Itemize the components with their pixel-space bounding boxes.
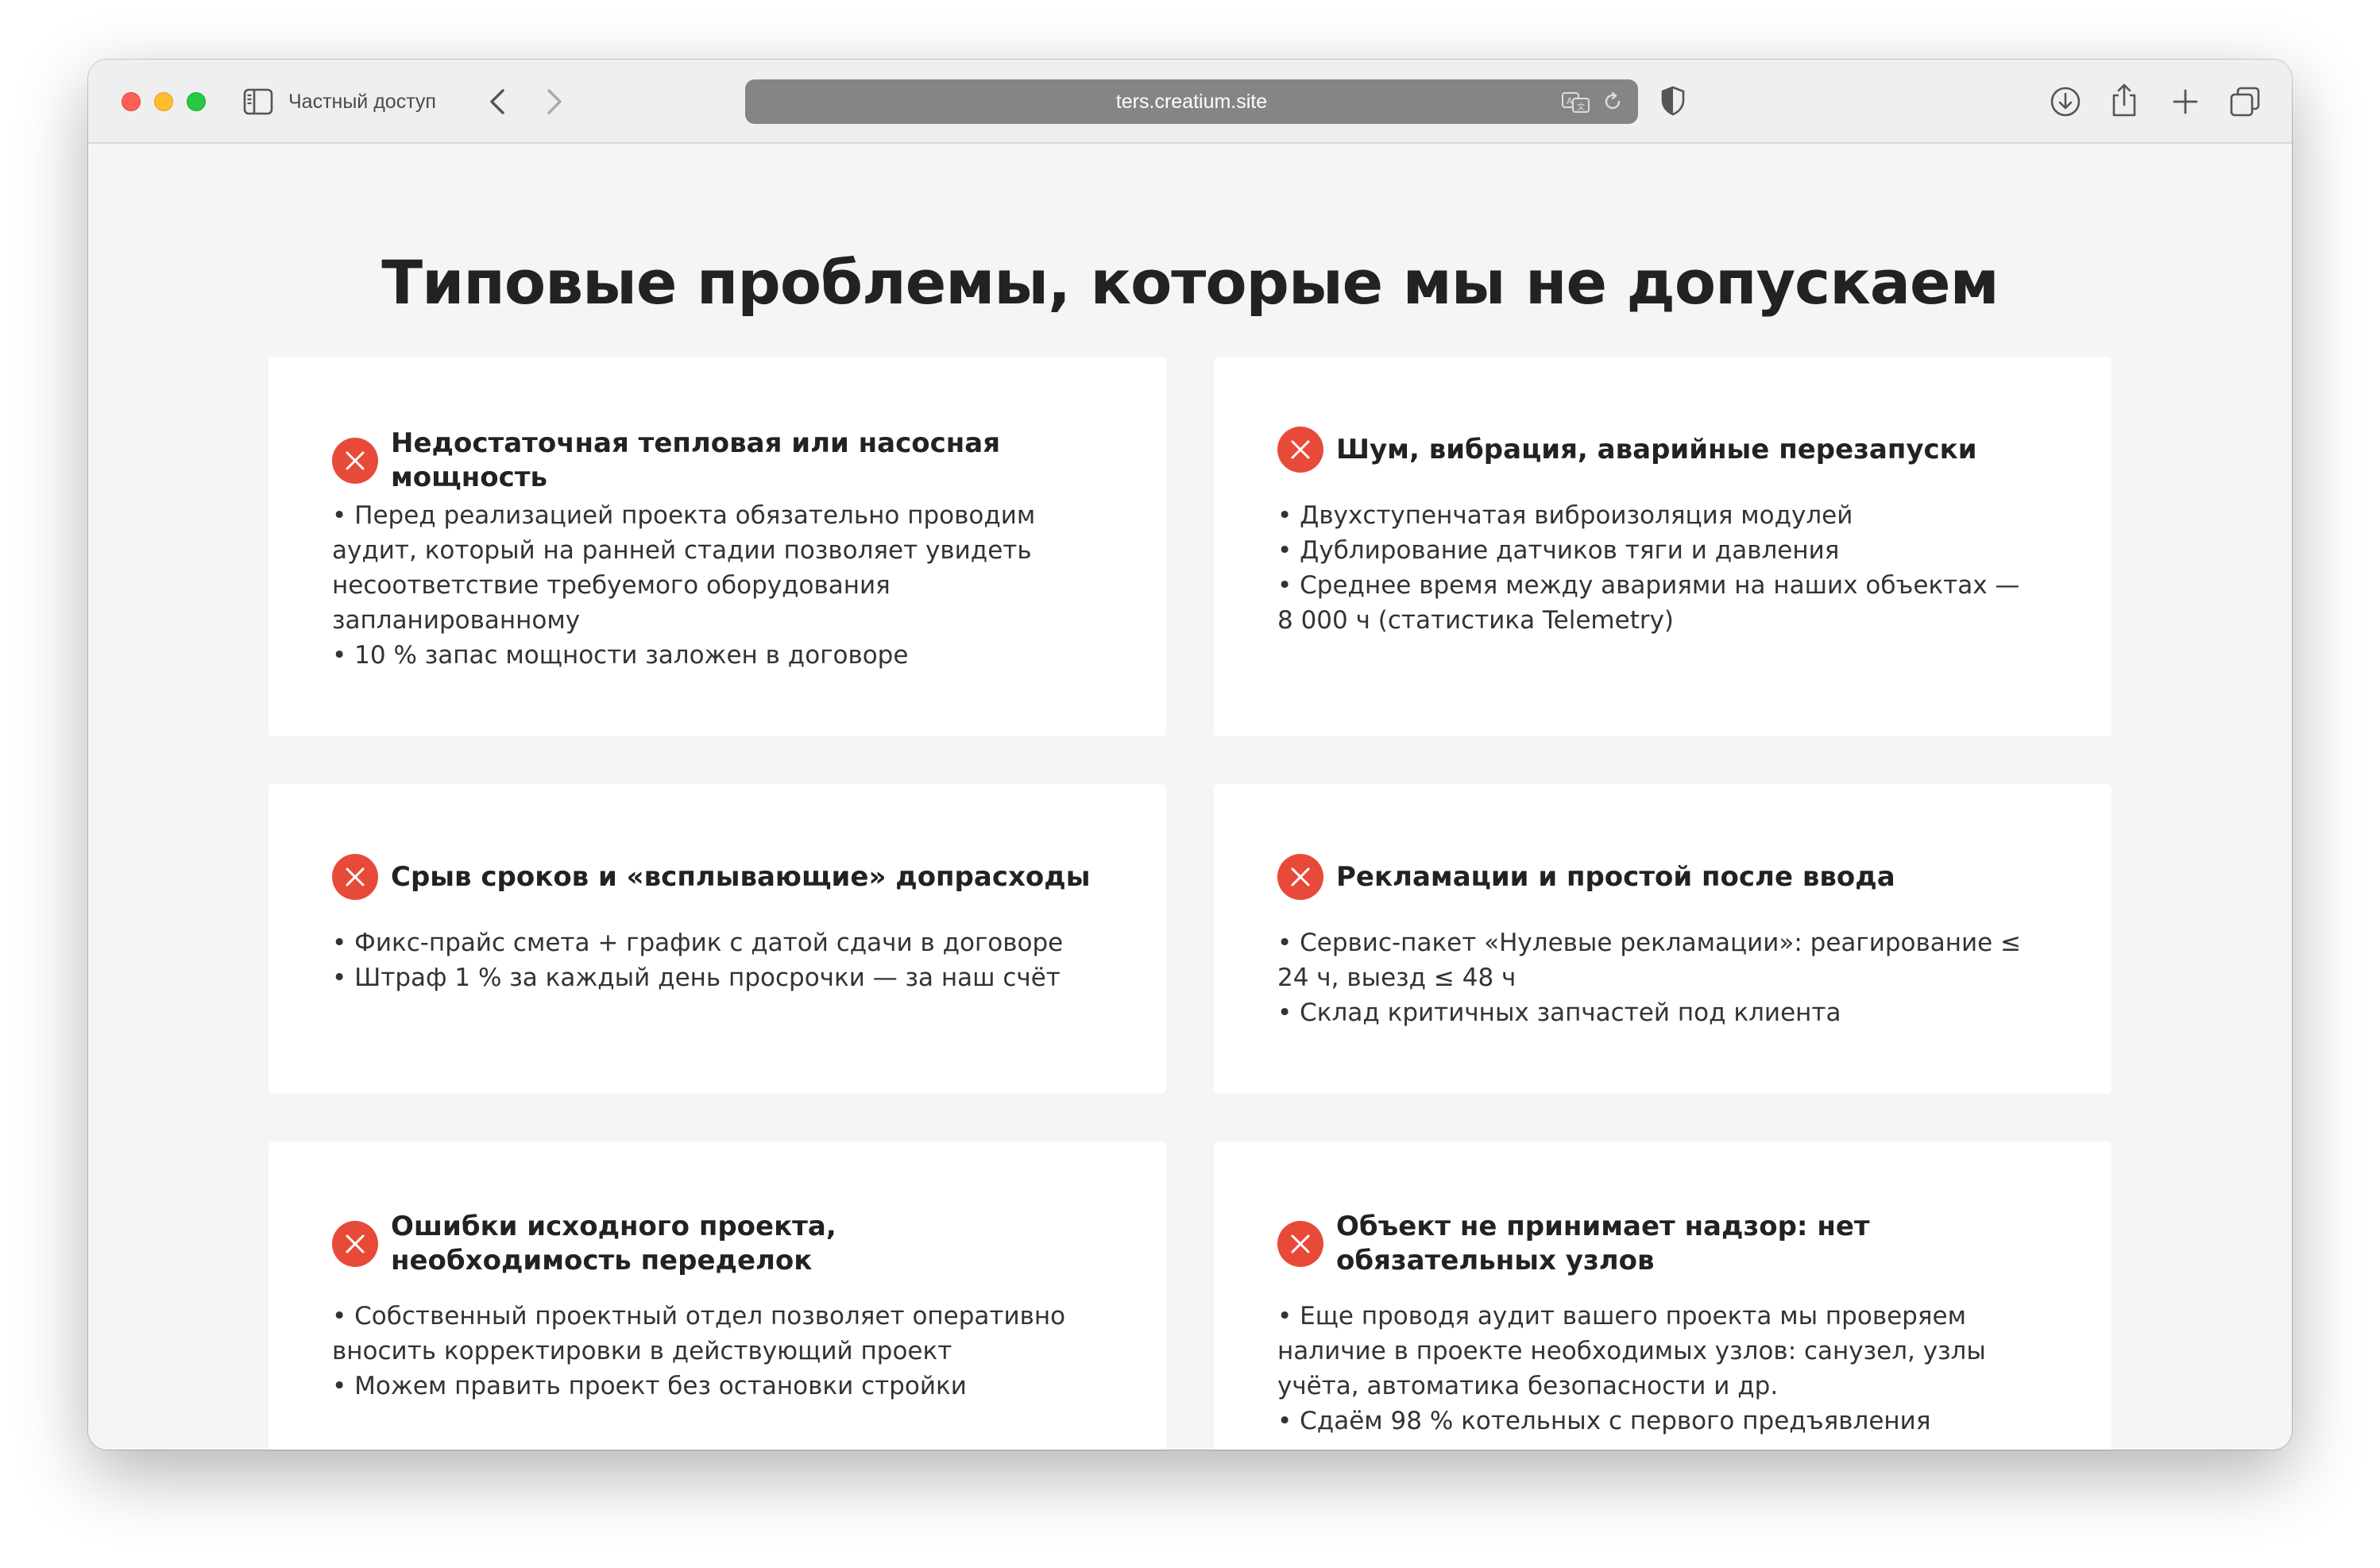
- card-bullet: • Дублирование датчиков тяги и давления: [1277, 536, 1840, 565]
- download-icon[interactable]: [2049, 85, 2082, 118]
- problem-card: Рекламации и простой после ввода • Серви…: [1214, 784, 2111, 1094]
- problem-card: Недостаточная тепловая или насосная мощн…: [269, 357, 1166, 736]
- svg-text:A: A: [1567, 96, 1573, 106]
- address-bar[interactable]: ters.creatium.site A 文: [745, 79, 1638, 124]
- svg-text:文: 文: [1577, 102, 1585, 112]
- card-bullet: • Перед реализацией проекта обязательно …: [332, 501, 1036, 635]
- card-body: • Фикс-прайс смета + график с датой сдач…: [332, 925, 1095, 995]
- chevron-left-icon[interactable]: [482, 85, 514, 118]
- card-bullet: • Фикс-прайс смета + график с датой сдач…: [332, 929, 1064, 957]
- minimize-window-button[interactable]: [154, 92, 173, 111]
- shield-icon[interactable]: [1659, 85, 1686, 117]
- page-content: Типовые проблемы, которые мы не допускае…: [88, 145, 2292, 1450]
- sidebar-icon[interactable]: [243, 88, 273, 115]
- private-browsing-label: Частный доступ: [288, 91, 436, 113]
- url-text[interactable]: ters.creatium.site: [745, 79, 1638, 124]
- card-title: Недостаточная тепловая или насосная мощн…: [391, 427, 1001, 493]
- browser-window: Частный доступ ters.creatium.site A 文 Ти…: [88, 60, 2292, 1450]
- card-title: Шум, вибрация, аварийные перезапуски: [1336, 433, 1977, 465]
- share-icon[interactable]: [2109, 82, 2139, 118]
- card-bullet: • Можем править проект без остановки стр…: [332, 1372, 967, 1400]
- reload-icon[interactable]: [1601, 91, 1624, 113]
- chevron-right-icon[interactable]: [538, 85, 570, 118]
- card-bullet: • Штраф 1 % за каждый день просрочки — з…: [332, 964, 1061, 992]
- card-bullet: • Склад критичных запчастей под клиента: [1277, 998, 1841, 1027]
- card-header: Недостаточная тепловая или насосная мощн…: [332, 427, 1111, 495]
- close-window-button[interactable]: [122, 92, 141, 111]
- card-header: Ошибки исходного проекта, необходимость …: [332, 1210, 1111, 1278]
- problem-card: Срыв сроков и «всплывающие» допрасходы •…: [269, 784, 1166, 1094]
- zoom-window-button[interactable]: [187, 92, 206, 111]
- problem-card: Ошибки исходного проекта, необходимость …: [269, 1141, 1166, 1450]
- card-body: • Еще проводя аудит вашего проекта мы пр…: [1277, 1299, 2040, 1439]
- card-body: • Собственный проектный отдел позволяет …: [332, 1299, 1095, 1404]
- card-title: Объект не принимает надзор: нет обязател…: [1336, 1211, 1870, 1276]
- card-header: Объект не принимает надзор: нет обязател…: [1277, 1210, 2056, 1278]
- problem-card: Объект не принимает надзор: нет обязател…: [1214, 1141, 2111, 1450]
- card-header: Рекламации и простой после ввода: [1277, 854, 2056, 900]
- translate-icon[interactable]: A 文: [1562, 91, 1590, 114]
- page-title: Типовые проблемы, которые мы не допускае…: [381, 247, 1999, 318]
- card-header: Шум, вибрация, аварийные перезапуски: [1277, 427, 2056, 473]
- card-header: Срыв сроков и «всплывающие» допрасходы: [332, 854, 1111, 900]
- card-body: • Двухступенчатая виброизоляция модулей …: [1277, 498, 2040, 638]
- close-circle-icon: [1277, 854, 1323, 900]
- card-bullet: • Еще проводя аудит вашего проекта мы пр…: [1277, 1302, 1986, 1400]
- close-circle-icon: [1277, 427, 1323, 473]
- card-bullet: • Двухступенчатая виброизоляция модулей: [1277, 501, 1853, 530]
- browser-toolbar: Частный доступ ters.creatium.site A 文: [88, 60, 2292, 144]
- card-title: Срыв сроков и «всплывающие» допрасходы: [391, 860, 1091, 893]
- close-circle-icon: [1277, 1221, 1323, 1267]
- card-bullet: • Собственный проектный отдел позволяет …: [332, 1302, 1066, 1365]
- card-title: Ошибки исходного проекта, необходимость …: [391, 1211, 836, 1276]
- card-bullet: • Сдаём 98 % котельных с первого предъяв…: [1277, 1407, 1931, 1435]
- close-circle-icon: [332, 438, 378, 484]
- tabs-icon[interactable]: [2228, 85, 2262, 118]
- problem-card: Шум, вибрация, аварийные перезапуски • Д…: [1214, 357, 2111, 736]
- card-bullet: • Сервис-пакет «Нулевые рекламации»: реа…: [1277, 929, 2022, 992]
- card-body: • Сервис-пакет «Нулевые рекламации»: реа…: [1277, 925, 2040, 1030]
- card-title: Рекламации и простой после ввода: [1336, 860, 1895, 893]
- card-bullet: • Среднее время между авариями на наших …: [1277, 571, 2020, 635]
- card-bullet: • 10 % запас мощности заложен в договоре: [332, 641, 909, 670]
- plus-icon[interactable]: [2169, 85, 2201, 118]
- close-circle-icon: [332, 854, 378, 900]
- close-circle-icon: [332, 1221, 378, 1267]
- card-body: • Перед реализацией проекта обязательно …: [332, 498, 1095, 673]
